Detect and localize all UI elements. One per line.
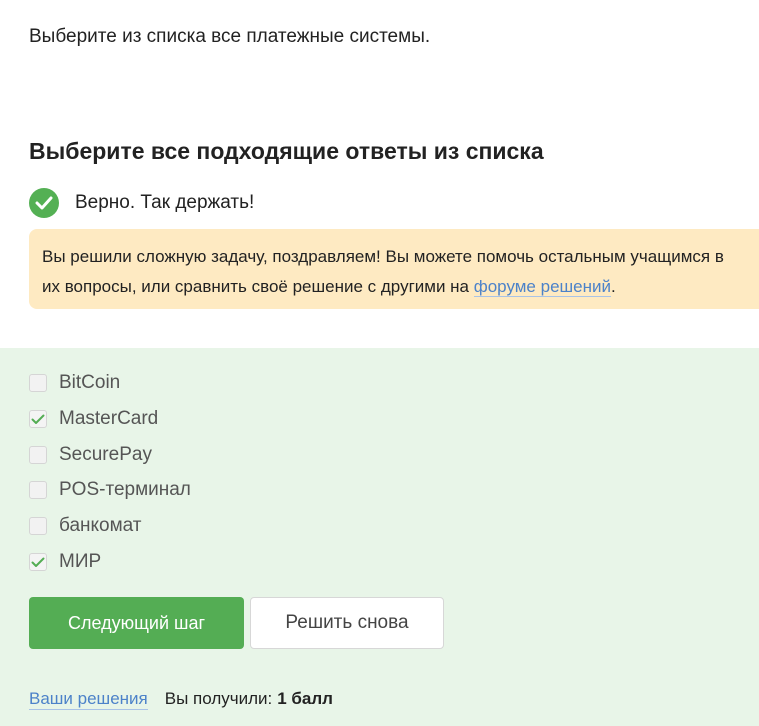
option-label: МИР [59,551,102,572]
question-text: Выберите из списка все платежные системы… [29,26,431,47]
option-atm[interactable]: банкомат [29,515,142,537]
hint-line-1: Вы решили сложную задачу, поздравляем! В… [42,247,724,266]
option-mir[interactable]: МИР [29,551,101,573]
hint-box: Вы решили сложную задачу, поздравляем! В… [29,229,759,309]
hint-line-2-text: их вопросы, или сравнить своё решение с … [42,277,474,296]
retry-button[interactable]: Решить снова [250,597,444,649]
option-label: банкомат [59,515,142,536]
checkbox[interactable] [29,446,47,464]
hint-line-2-end: . [611,277,616,296]
answers-panel: BitCoin MasterCard SecurePay POS-термина… [0,348,759,726]
checkbox[interactable] [29,517,47,535]
submission-footer: Ваши решения Вы получили: 1 балл [29,688,333,710]
task-heading: Выберите все подходящие ответы из списка [29,138,544,164]
option-bitcoin[interactable]: BitCoin [29,372,120,394]
checkmark-icon [31,414,45,424]
option-securepay[interactable]: SecurePay [29,444,152,466]
option-mastercard[interactable]: MasterCard [29,408,158,430]
hint-line-2: их вопросы, или сравнить своё решение с … [42,272,759,302]
checkbox-checked[interactable] [29,553,47,571]
option-label: POS-терминал [59,479,191,500]
option-label: MasterCard [59,408,159,429]
your-solutions-link[interactable]: Ваши решения [29,689,148,710]
check-circle-icon [29,188,59,218]
checkbox[interactable] [29,481,47,499]
option-label: BitCoin [59,372,121,393]
result-text: Верно. Так держать! [75,192,255,213]
next-step-button[interactable]: Следующий шаг [29,597,244,649]
option-pos-terminal[interactable]: POS-терминал [29,479,191,501]
score-value: 1 балл [277,689,333,708]
checkbox[interactable] [29,374,47,392]
checkbox-checked[interactable] [29,410,47,428]
score-label: Вы получили: [164,689,273,708]
solutions-forum-link[interactable]: форуме решений [473,277,611,297]
option-label: SecurePay [59,444,152,465]
result-status: Верно. Так держать! [29,188,254,218]
step-page: Выберите из списка все платежные системы… [0,0,759,726]
checkmark-icon [31,557,45,567]
